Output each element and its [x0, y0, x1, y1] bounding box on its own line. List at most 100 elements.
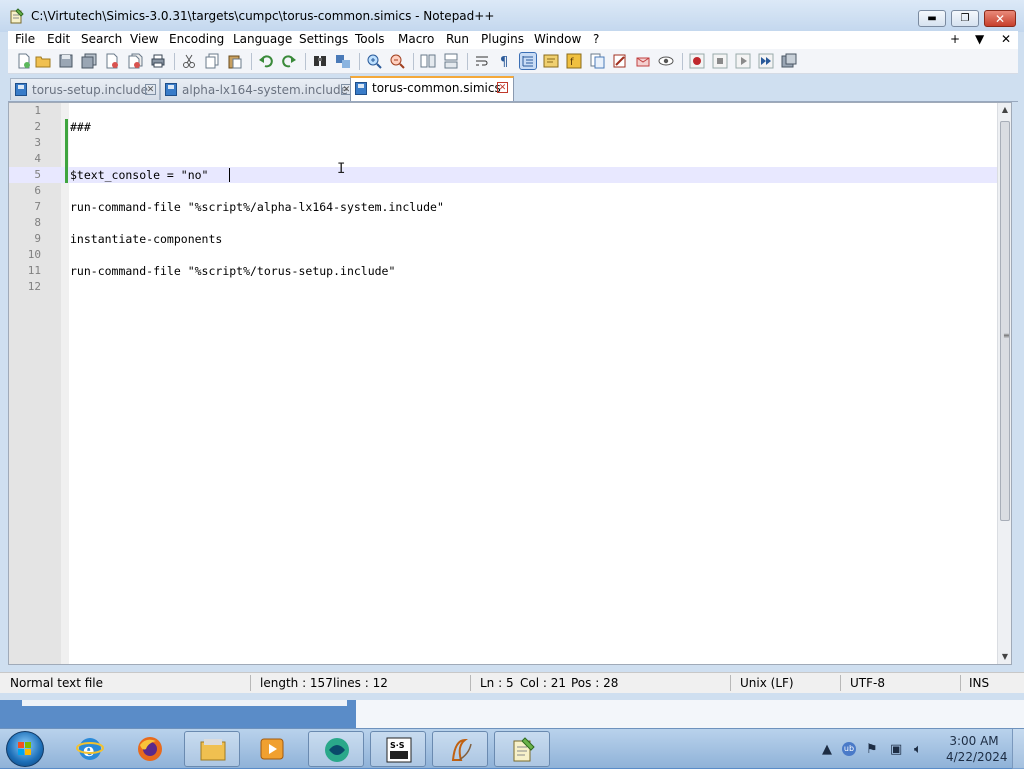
stop-macro-icon[interactable]	[712, 53, 728, 69]
sync-vertical-icon[interactable]	[420, 53, 436, 69]
tab-list-dropdown-button[interactable]: ▼	[975, 32, 984, 46]
menu-file[interactable]: File	[15, 32, 35, 46]
editor-line[interactable]: 2 ###	[9, 119, 997, 135]
title-bar[interactable]: C:\Virtutech\Simics-3.0.31\targets\cumpc…	[0, 0, 1024, 32]
menu-macro[interactable]: Macro	[398, 32, 434, 46]
taskbar-swoosh-app[interactable]	[432, 731, 488, 767]
new-tab-plus-button[interactable]: +	[950, 32, 960, 46]
network-icon[interactable]: ▣	[890, 742, 902, 757]
editor-line[interactable]: 10	[9, 247, 997, 263]
minimize-button[interactable]: ▬	[918, 10, 946, 27]
volume-icon[interactable]: 🔈︎	[914, 742, 922, 757]
editor-line-current[interactable]: 5 $text_console = "no"	[9, 167, 997, 183]
scroll-down-icon[interactable]: ▼	[998, 650, 1012, 664]
show-desktop-button[interactable]	[1012, 729, 1024, 769]
open-file-icon[interactable]	[35, 53, 51, 69]
taskbar-globe-app[interactable]	[308, 731, 364, 767]
copy-icon[interactable]	[204, 53, 220, 69]
menu-plugins[interactable]: Plugins	[481, 32, 524, 46]
record-macro-icon[interactable]	[689, 53, 705, 69]
start-button[interactable]	[6, 731, 44, 767]
zoom-in-icon[interactable]	[366, 53, 382, 69]
menu-search[interactable]: Search	[81, 32, 122, 46]
udl-icon[interactable]	[543, 53, 559, 69]
taskbar-firefox[interactable]	[122, 731, 178, 767]
editor-line[interactable]: 4	[9, 151, 997, 167]
menu-settings[interactable]: Settings	[299, 32, 348, 46]
indent-guide-icon[interactable]	[519, 52, 537, 70]
menu-help[interactable]: ?	[593, 32, 599, 46]
clock-time[interactable]: 3:00 AM	[946, 734, 1002, 748]
sync-horizontal-icon[interactable]	[443, 53, 459, 69]
tab-close-icon[interactable]: ✕	[497, 82, 508, 93]
play-macro-icon[interactable]	[735, 53, 751, 69]
change-marker	[65, 119, 68, 135]
undo-icon[interactable]	[258, 53, 274, 69]
taskbar-notepadpp[interactable]	[494, 731, 550, 767]
status-divider	[960, 675, 961, 691]
editor-line[interactable]: 11 run-command-file "%script%/torus-setup…	[9, 263, 997, 279]
maximize-button[interactable]: ❐	[951, 10, 979, 27]
print-icon[interactable]	[150, 53, 166, 69]
save-all-icon[interactable]	[81, 53, 97, 69]
new-file-icon[interactable]	[16, 53, 32, 69]
menu-view[interactable]: View	[130, 32, 158, 46]
taskbar-sands-group[interactable]: S·S	[370, 731, 426, 767]
status-eol[interactable]: Unix (LF)	[740, 676, 794, 690]
doc-map-icon[interactable]	[589, 53, 605, 69]
zoom-out-icon[interactable]	[389, 53, 405, 69]
svg-text:f: f	[570, 57, 574, 68]
eye-icon[interactable]	[658, 53, 674, 69]
menu-language[interactable]: Language	[233, 32, 292, 46]
taskbar-internet-explorer[interactable]: e	[62, 731, 118, 767]
close-icon[interactable]	[104, 53, 120, 69]
editor-line[interactable]: 9 instantiate-components	[9, 231, 997, 247]
text-editor[interactable]: 1 2 ### 3 4 5 $text_console = "no" 6 7 run-…	[8, 102, 1012, 665]
folder-workspace-icon[interactable]	[612, 53, 628, 69]
editor-line[interactable]: 1	[9, 103, 997, 119]
clock-date[interactable]: 4/22/2024	[946, 750, 1008, 764]
editor-line[interactable]: 8	[9, 215, 997, 231]
taskbar-file-explorer[interactable]	[184, 731, 240, 767]
menu-run[interactable]: Run	[446, 32, 469, 46]
tab-torus-setup[interactable]: torus-setup.include ✕	[10, 78, 160, 100]
status-pos: Pos : 28	[571, 676, 619, 690]
menu-encoding[interactable]: Encoding	[169, 32, 224, 46]
save-icon[interactable]	[58, 53, 74, 69]
scroll-up-icon[interactable]: ▲	[998, 103, 1012, 117]
cut-icon[interactable]	[181, 53, 197, 69]
vertical-scrollbar[interactable]: ▲ ≡ ▼	[997, 103, 1011, 664]
tab-torus-common[interactable]: torus-common.simics ✕	[350, 76, 514, 101]
svg-text:¶: ¶	[500, 55, 508, 69]
status-insert-mode[interactable]: INS	[969, 676, 989, 690]
editor-line[interactable]: 6	[9, 183, 997, 199]
close-all-icon[interactable]	[127, 53, 143, 69]
word-wrap-icon[interactable]	[474, 53, 490, 69]
editor-line[interactable]: 12	[9, 279, 997, 295]
save-macro-icon[interactable]	[781, 53, 797, 69]
tab-alpha-lx164-system[interactable]: alpha-lx164-system.include ✕	[160, 78, 356, 100]
editor-line[interactable]: 7 run-command-file "%script%/alpha-lx164-…	[9, 199, 997, 215]
show-all-chars-icon[interactable]: ¶	[497, 53, 513, 69]
editor-line[interactable]: 3	[9, 135, 997, 151]
menu-window[interactable]: Window	[534, 32, 581, 46]
tray-app-icon[interactable]: ub	[842, 742, 856, 756]
paste-icon[interactable]	[227, 53, 243, 69]
close-doc-button[interactable]: ✕	[1001, 32, 1011, 46]
find-icon[interactable]	[312, 53, 328, 69]
redo-icon[interactable]	[281, 53, 297, 69]
tray-expand-icon[interactable]: ▲	[822, 742, 832, 757]
tab-close-icon[interactable]: ✕	[145, 84, 156, 95]
menu-edit[interactable]: Edit	[47, 32, 70, 46]
status-file-type: Normal text file	[10, 676, 104, 690]
scrollbar-thumb[interactable]: ≡	[1000, 121, 1010, 521]
notepadpp-app-icon[interactable]	[10, 8, 24, 24]
action-center-flag-icon[interactable]: ⚑	[866, 742, 878, 757]
taskbar-media-player[interactable]	[244, 731, 300, 767]
run-macro-multiple-icon[interactable]	[758, 53, 774, 69]
menu-tools[interactable]: Tools	[355, 32, 385, 46]
monitor-icon[interactable]	[635, 53, 651, 69]
replace-icon[interactable]	[335, 53, 351, 69]
function-list-icon[interactable]: f	[566, 53, 582, 69]
close-window-button[interactable]: ✕	[984, 10, 1016, 27]
